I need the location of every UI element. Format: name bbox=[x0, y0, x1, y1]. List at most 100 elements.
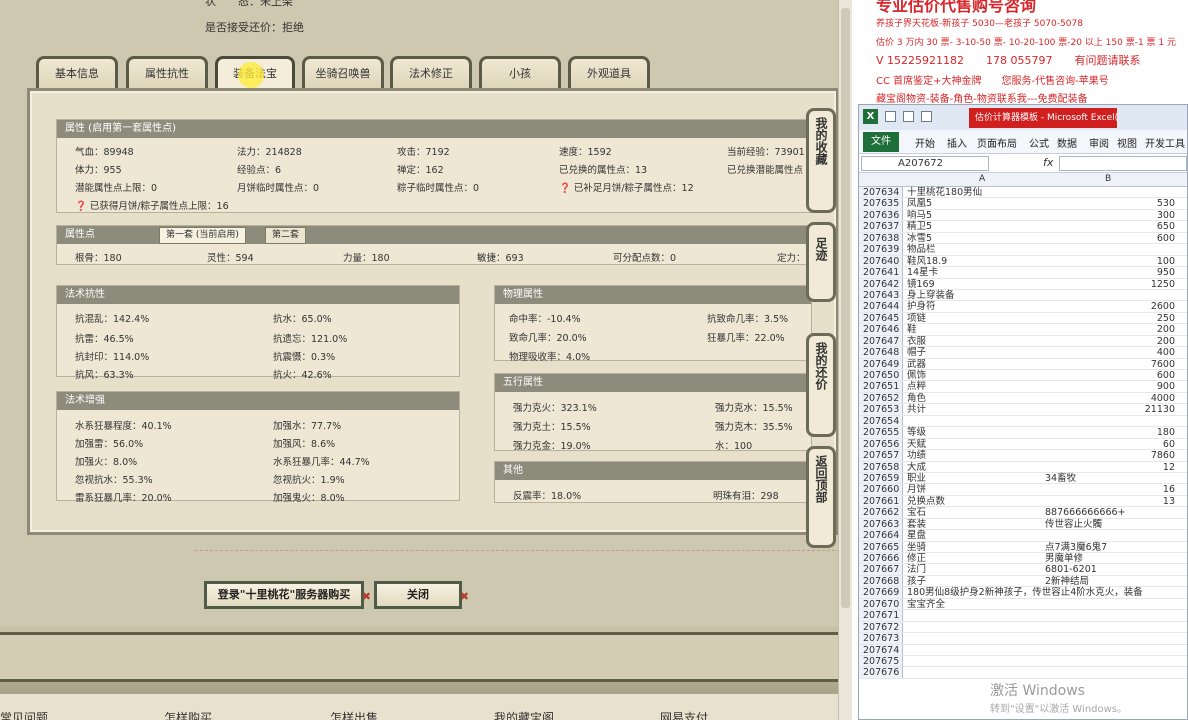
ribbon-tab-insert[interactable]: 插入 bbox=[947, 135, 967, 150]
cell-a[interactable]: 天赋 bbox=[907, 439, 926, 450]
row-number[interactable]: 207658 bbox=[859, 461, 903, 473]
tab-mounts[interactable]: 坐骑召唤兽 bbox=[302, 56, 384, 90]
cell-a[interactable]: 功绩 bbox=[907, 450, 926, 461]
side-counteroffer-button[interactable]: 我的还价 bbox=[806, 333, 836, 437]
row-number[interactable]: 207666 bbox=[859, 553, 903, 564]
cell-b-number[interactable]: 100 bbox=[1045, 256, 1175, 267]
cell-b-number[interactable]: 60 bbox=[1045, 439, 1175, 450]
ribbon-tab-formulas[interactable]: 公式 bbox=[1029, 135, 1049, 150]
sheet-row[interactable]: 207670 宝宝齐全 bbox=[859, 598, 1187, 611]
row-number[interactable]: 207650 bbox=[859, 370, 903, 381]
row-number[interactable]: 207656 bbox=[859, 438, 903, 450]
row-number[interactable]: 207668 bbox=[859, 575, 903, 587]
row-number[interactable]: 207670 bbox=[859, 598, 903, 610]
sheet-row[interactable]: 207639 物品栏 bbox=[859, 244, 1187, 256]
cell-b[interactable]: 点7满3魔6鬼7 bbox=[1045, 542, 1107, 553]
cell-a[interactable]: 护身符 bbox=[907, 301, 936, 312]
close-button[interactable]: 关闭 ✖ bbox=[374, 581, 469, 609]
column-b-header[interactable]: B bbox=[1105, 174, 1111, 184]
row-number[interactable]: 207655 bbox=[859, 427, 903, 438]
cell-a[interactable]: 武器 bbox=[907, 359, 926, 370]
row-number[interactable]: 207642 bbox=[859, 278, 903, 290]
row-number[interactable]: 207644 bbox=[859, 301, 903, 312]
sheet-row[interactable]: 207656 天赋 60 bbox=[859, 438, 1187, 451]
tab-spell-correction[interactable]: 法术修正 bbox=[390, 56, 472, 90]
cell-b[interactable]: 6801-6201 bbox=[1045, 564, 1097, 575]
sheet-row[interactable]: 207646 鞋 200 bbox=[859, 324, 1187, 336]
sheet-row[interactable]: 207638 冰雪5 600 bbox=[859, 232, 1187, 245]
sheet-row[interactable]: 207642 镜169 1250 bbox=[859, 278, 1187, 290]
cell-a[interactable]: 星盘 bbox=[907, 530, 926, 541]
cell-a[interactable]: 佩饰 bbox=[907, 370, 926, 381]
footer-my-cbg-link[interactable]: 我的藏宝阁 bbox=[494, 709, 554, 720]
row-number[interactable]: 207664 bbox=[859, 530, 903, 541]
cell-b-number[interactable]: 400 bbox=[1045, 347, 1175, 358]
cell-a[interactable]: 角色 bbox=[907, 393, 926, 404]
cell-b-number[interactable]: 7860 bbox=[1045, 450, 1175, 461]
column-a-header[interactable]: A bbox=[979, 174, 985, 184]
sheet-row[interactable]: 207671 bbox=[859, 610, 1187, 622]
sheet-row[interactable]: 207643 身上穿装备 bbox=[859, 289, 1187, 302]
cell-a[interactable]: 共计 bbox=[907, 404, 926, 415]
ribbon-tab-data[interactable]: 数据 bbox=[1057, 135, 1077, 150]
row-number[interactable]: 207647 bbox=[859, 335, 903, 347]
sheet-row[interactable]: 207651 点粹 900 bbox=[859, 381, 1187, 393]
cell-a[interactable]: 物品栏 bbox=[907, 244, 936, 255]
cell-b-number[interactable]: 530 bbox=[1045, 198, 1175, 209]
ribbon-tab-home[interactable]: 开始 bbox=[915, 135, 935, 150]
row-number[interactable]: 207675 bbox=[859, 655, 903, 667]
cell-b-number[interactable]: 950 bbox=[1045, 267, 1175, 278]
sheet-row[interactable]: 207665 坐骑 点7满3魔6鬼7 bbox=[859, 541, 1187, 553]
footer-pay-link[interactable]: 网易支付 bbox=[660, 709, 708, 720]
sheet-row[interactable]: 207645 项链 250 bbox=[859, 312, 1187, 325]
sheet-row[interactable]: 207648 帽子 400 bbox=[859, 347, 1187, 359]
sheet-row[interactable]: 207654 bbox=[859, 415, 1187, 428]
row-number[interactable]: 207636 bbox=[859, 209, 903, 221]
sheet-row[interactable]: 207644 护身符 2600 bbox=[859, 301, 1187, 313]
row-number[interactable]: 207645 bbox=[859, 312, 903, 324]
row-number[interactable]: 207649 bbox=[859, 358, 903, 370]
row-number[interactable]: 207659 bbox=[859, 472, 903, 484]
row-number[interactable]: 207672 bbox=[859, 621, 903, 633]
cell-a[interactable]: 十里桃花180男仙 bbox=[907, 187, 982, 198]
row-number[interactable]: 207646 bbox=[859, 324, 903, 335]
row-number[interactable]: 207669 bbox=[859, 587, 903, 598]
sheet-row[interactable]: 207650 佩饰 600 bbox=[859, 370, 1187, 382]
ribbon-tab-review[interactable]: 审阅 bbox=[1089, 135, 1109, 150]
sheet-row[interactable]: 207674 bbox=[859, 644, 1187, 656]
ribbon-tab-view[interactable]: 视图 bbox=[1117, 135, 1137, 150]
cell-b-number[interactable]: 200 bbox=[1045, 324, 1175, 335]
cell-b-number[interactable]: 16 bbox=[1045, 484, 1175, 495]
cell-a[interactable]: 坐骑 bbox=[907, 542, 926, 553]
tab-child[interactable]: 小孩 bbox=[479, 56, 561, 90]
sheet-row[interactable]: 207640 鞋风18.9 100 bbox=[859, 255, 1187, 268]
sheet-row[interactable]: 207668 孩子 2新神结局 bbox=[859, 575, 1187, 588]
ribbon-tab-file[interactable]: 文件 bbox=[863, 132, 899, 152]
cell-a[interactable]: 冰雪5 bbox=[907, 233, 932, 244]
sheet-row[interactable]: 207667 法门 6801-6201 bbox=[859, 564, 1187, 576]
formula-input[interactable] bbox=[1059, 156, 1187, 171]
cell-a[interactable]: 14星卡 bbox=[907, 267, 938, 278]
row-number[interactable]: 207663 bbox=[859, 518, 903, 530]
sheet-row[interactable]: 207659 职业 34畜牧 bbox=[859, 472, 1187, 485]
sheet-row[interactable]: 207655 等级 180 bbox=[859, 427, 1187, 439]
name-box[interactable]: A207672 bbox=[861, 156, 989, 171]
row-number[interactable]: 207635 bbox=[859, 198, 903, 209]
row-number[interactable]: 207638 bbox=[859, 232, 903, 244]
scrollbar-thumb[interactable] bbox=[841, 8, 850, 608]
row-number[interactable]: 207671 bbox=[859, 610, 903, 621]
cell-b[interactable]: 34畜牧 bbox=[1045, 473, 1076, 484]
footer-how-to-sell-link[interactable]: 怎样出售 bbox=[330, 709, 378, 720]
cell-b-number[interactable]: 900 bbox=[1045, 381, 1175, 392]
sheet-row[interactable]: 207663 套装 传世容止火髑 bbox=[859, 518, 1187, 531]
page-scrollbar[interactable] bbox=[838, 0, 852, 720]
footer-faq-link[interactable]: 常见问题 bbox=[0, 709, 48, 720]
cell-a[interactable]: 修正 bbox=[907, 553, 926, 564]
cell-b-number[interactable]: 2600 bbox=[1045, 301, 1175, 312]
sheet-row[interactable]: 207673 bbox=[859, 633, 1187, 645]
cell-b-number[interactable]: 600 bbox=[1045, 370, 1175, 381]
row-number[interactable]: 207641 bbox=[859, 267, 903, 278]
cell-a[interactable]: 宝石 bbox=[907, 507, 926, 518]
cell-a[interactable]: 职业 bbox=[907, 473, 926, 484]
cell-a[interactable]: 180男仙8级护身2新神孩子，传世容止4阶水克火，装备 bbox=[907, 587, 1143, 598]
